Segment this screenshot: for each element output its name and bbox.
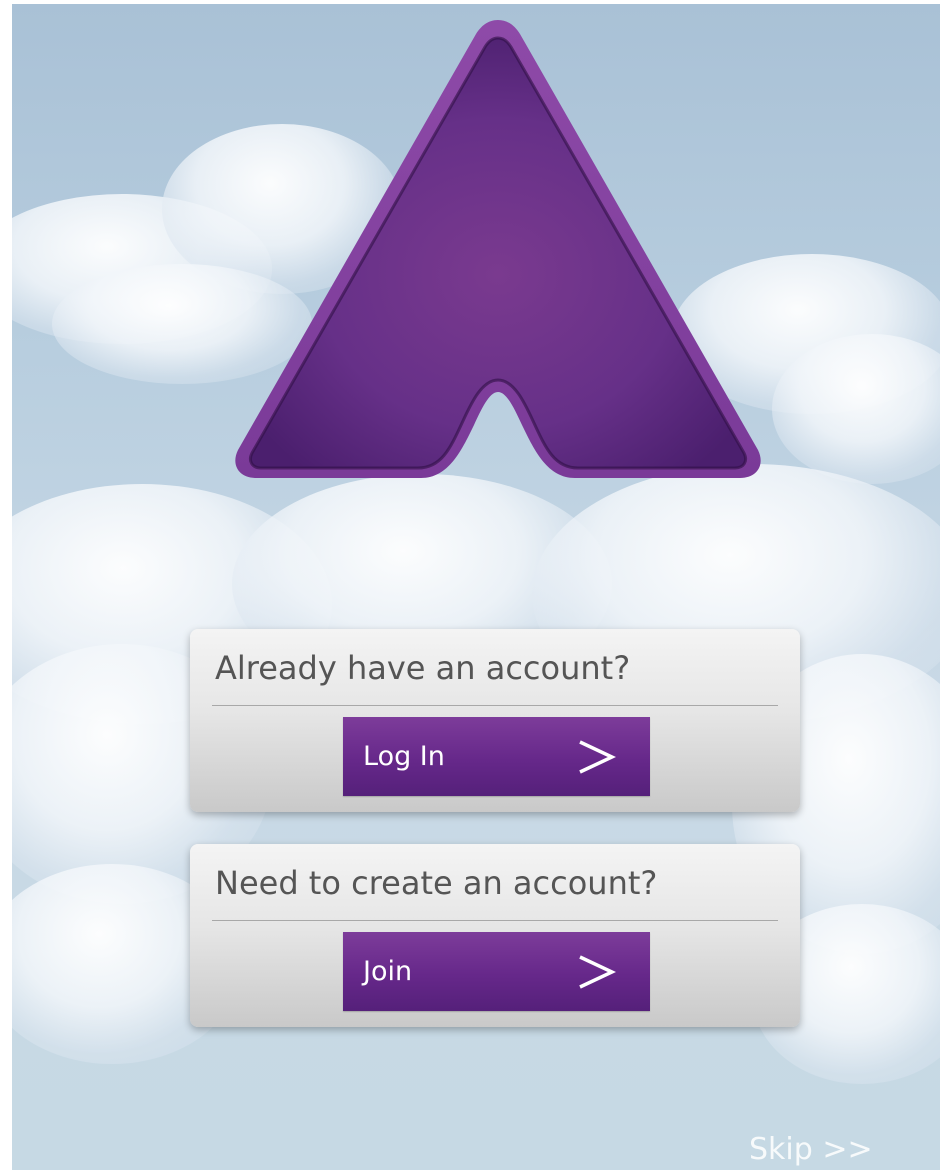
join-card: Need to create an account? Join (190, 844, 800, 1027)
login-button-label: Log In (363, 741, 445, 772)
login-card: Already have an account? Log In (190, 629, 800, 812)
triangle-a-logo-icon (235, 20, 761, 478)
chevron-right-icon (579, 955, 616, 989)
login-button[interactable]: Log In (343, 717, 650, 796)
app-screen: Already have an account? Log In Need to … (12, 4, 940, 1170)
chevron-right-icon (579, 740, 616, 774)
join-card-title: Need to create an account? (215, 864, 658, 902)
skip-link[interactable]: Skip >> (749, 1132, 873, 1167)
join-button-label: Join (363, 956, 413, 987)
login-card-divider (212, 705, 778, 706)
login-card-title: Already have an account? (215, 649, 631, 687)
join-card-divider (212, 920, 778, 921)
join-button[interactable]: Join (343, 932, 650, 1011)
